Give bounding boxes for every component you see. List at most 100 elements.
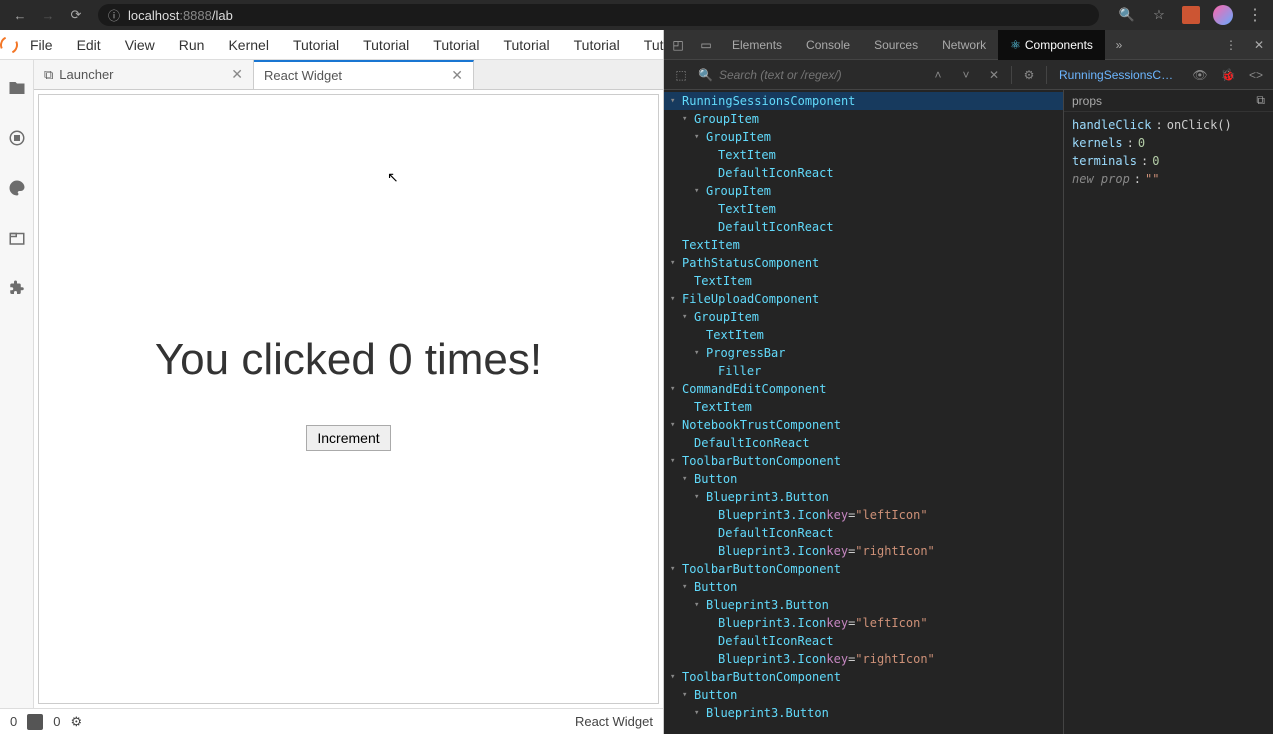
tree-row[interactable]: Blueprint3.Icon key="leftIcon" xyxy=(664,614,1063,632)
tree-row[interactable]: Blueprint3.Icon key="leftIcon" xyxy=(664,506,1063,524)
disclosure-arrow-icon[interactable]: ▾ xyxy=(670,254,680,272)
back-button[interactable]: ← xyxy=(6,1,34,29)
tree-row[interactable]: ▾ToolbarButtonComponent xyxy=(664,560,1063,578)
disclosure-arrow-icon[interactable]: ▾ xyxy=(682,308,692,326)
search-up-icon[interactable]: ˄ xyxy=(927,64,949,86)
tree-row[interactable]: Blueprint3.Icon key="rightIcon" xyxy=(664,542,1063,560)
search-input[interactable] xyxy=(719,68,921,82)
menu-tutorial-7[interactable]: Tutorial xyxy=(421,30,491,60)
disclosure-arrow-icon[interactable]: ▾ xyxy=(670,560,680,578)
zoom-icon[interactable]: 🔍 xyxy=(1115,3,1139,27)
tree-row[interactable]: ▾GroupItem xyxy=(664,182,1063,200)
tree-row[interactable]: ▾Blueprint3.Button xyxy=(664,704,1063,722)
tree-row[interactable]: DefaultIconReact xyxy=(664,164,1063,182)
devtools-tab-elements[interactable]: Elements xyxy=(720,30,794,60)
tree-row[interactable]: ▾Button xyxy=(664,686,1063,704)
menu-tutorial-8[interactable]: Tutorial xyxy=(491,30,561,60)
prop-row[interactable]: handleClick: onClick() xyxy=(1072,116,1265,134)
disclosure-arrow-icon[interactable]: ▾ xyxy=(694,596,704,614)
disclosure-arrow-icon[interactable]: ▾ xyxy=(670,668,680,686)
tab-close-icon[interactable]: ✕ xyxy=(231,66,243,83)
disclosure-arrow-icon[interactable]: ▾ xyxy=(694,344,704,362)
address-bar[interactable]: ⓘ localhost:8888/lab xyxy=(98,4,1099,26)
running-icon[interactable] xyxy=(7,128,27,148)
search-close-icon[interactable]: ✕ xyxy=(983,64,1005,86)
devtools-tab-console[interactable]: Console xyxy=(794,30,862,60)
eye-icon[interactable]: 👁 xyxy=(1189,64,1211,86)
menu-tutorial-5[interactable]: Tutorial xyxy=(281,30,351,60)
disclosure-arrow-icon[interactable]: ▾ xyxy=(694,128,704,146)
disclosure-arrow-icon[interactable]: ▾ xyxy=(670,452,680,470)
tree-row[interactable]: Blueprint3.Icon key="rightIcon" xyxy=(664,650,1063,668)
devtools-close-icon[interactable]: ✕ xyxy=(1245,30,1273,60)
tree-row[interactable]: ▾ProgressBar xyxy=(664,344,1063,362)
disclosure-arrow-icon[interactable]: ▾ xyxy=(670,380,680,398)
devtools-tab-components[interactable]: ⚛Components xyxy=(998,30,1105,60)
settings-gear-icon[interactable]: ⚙ xyxy=(1018,64,1040,86)
tree-row[interactable]: Filler xyxy=(664,362,1063,380)
site-info-icon[interactable]: ⓘ xyxy=(108,7,120,24)
tree-row[interactable]: ▾ToolbarButtonComponent xyxy=(664,668,1063,686)
tree-row[interactable]: DefaultIconReact xyxy=(664,632,1063,650)
browser-menu-button[interactable]: ⋮ xyxy=(1243,3,1267,27)
devtools-menu-icon[interactable]: ⋮ xyxy=(1217,30,1245,60)
tree-row[interactable]: TextItem xyxy=(664,272,1063,290)
menu-run-3[interactable]: Run xyxy=(167,30,217,60)
folder-icon[interactable] xyxy=(7,78,27,98)
disclosure-arrow-icon[interactable]: ▾ xyxy=(682,578,692,596)
doc-tab-0[interactable]: ⧉Launcher✕ xyxy=(34,60,254,89)
menu-file-0[interactable]: File xyxy=(18,30,65,60)
menu-tutorial-6[interactable]: Tutorial xyxy=(351,30,421,60)
device-toolbar-icon[interactable]: ▭ xyxy=(692,30,720,60)
source-icon[interactable]: <> xyxy=(1245,64,1267,86)
menu-kernel-4[interactable]: Kernel xyxy=(216,30,280,60)
component-tree[interactable]: ▾RunningSessionsComponent▾GroupItem▾Grou… xyxy=(664,90,1063,734)
terminal-icon[interactable] xyxy=(27,714,43,730)
menu-edit-1[interactable]: Edit xyxy=(65,30,113,60)
tab-close-icon[interactable]: ✕ xyxy=(451,67,463,84)
more-tabs-icon[interactable]: » xyxy=(1105,30,1133,60)
tree-row[interactable]: ▾NotebookTrustComponent xyxy=(664,416,1063,434)
tree-row[interactable]: DefaultIconReact xyxy=(664,524,1063,542)
prop-row[interactable]: kernels: 0 xyxy=(1072,134,1265,152)
disclosure-arrow-icon[interactable]: ▾ xyxy=(670,290,680,308)
search-down-icon[interactable]: ˅ xyxy=(955,64,977,86)
tree-row[interactable]: ▾PathStatusComponent xyxy=(664,254,1063,272)
jupyter-logo[interactable] xyxy=(0,30,18,60)
prop-row[interactable]: new prop: "" xyxy=(1072,170,1265,188)
disclosure-arrow-icon[interactable]: ▾ xyxy=(670,92,680,110)
reload-button[interactable]: ⟳ xyxy=(62,1,90,29)
select-element-icon[interactable]: ⬚ xyxy=(670,64,692,86)
tree-row[interactable]: ▾Button xyxy=(664,578,1063,596)
tree-row[interactable]: TextItem xyxy=(664,146,1063,164)
tabs-icon[interactable] xyxy=(7,228,27,248)
inspect-element-icon[interactable]: ◰ xyxy=(664,30,692,60)
tree-row[interactable]: TextItem xyxy=(664,326,1063,344)
disclosure-arrow-icon[interactable]: ▾ xyxy=(694,704,704,722)
tree-row[interactable]: DefaultIconReact xyxy=(664,434,1063,452)
extension-icon[interactable] xyxy=(7,278,27,298)
tree-row[interactable]: ▾ToolbarButtonComponent xyxy=(664,452,1063,470)
profile-avatar[interactable] xyxy=(1211,3,1235,27)
tree-row[interactable]: TextItem xyxy=(664,200,1063,218)
menu-view-2[interactable]: View xyxy=(113,30,167,60)
tree-row[interactable]: ▾RunningSessionsComponent xyxy=(664,92,1063,110)
extension-badge[interactable] xyxy=(1179,3,1203,27)
tree-row[interactable]: DefaultIconReact xyxy=(664,218,1063,236)
prop-row[interactable]: terminals: 0 xyxy=(1072,152,1265,170)
tree-row[interactable]: TextItem xyxy=(664,398,1063,416)
disclosure-arrow-icon[interactable]: ▾ xyxy=(670,416,680,434)
tree-row[interactable]: ▾GroupItem xyxy=(664,110,1063,128)
tree-row[interactable]: ▾Blueprint3.Button xyxy=(664,488,1063,506)
tree-row[interactable]: ▾CommandEditComponent xyxy=(664,380,1063,398)
copy-icon[interactable]: ⧉ xyxy=(1256,93,1265,108)
doc-tab-1[interactable]: React Widget✕ xyxy=(254,60,474,89)
tree-row[interactable]: ▾GroupItem xyxy=(664,128,1063,146)
disclosure-arrow-icon[interactable]: ▾ xyxy=(682,686,692,704)
devtools-tab-sources[interactable]: Sources xyxy=(862,30,930,60)
disclosure-arrow-icon[interactable]: ▾ xyxy=(682,110,692,128)
bug-icon[interactable]: 🐞 xyxy=(1217,64,1239,86)
menu-tutorial-9[interactable]: Tutorial xyxy=(562,30,632,60)
disclosure-arrow-icon[interactable]: ▾ xyxy=(682,470,692,488)
devtools-tab-network[interactable]: Network xyxy=(930,30,998,60)
